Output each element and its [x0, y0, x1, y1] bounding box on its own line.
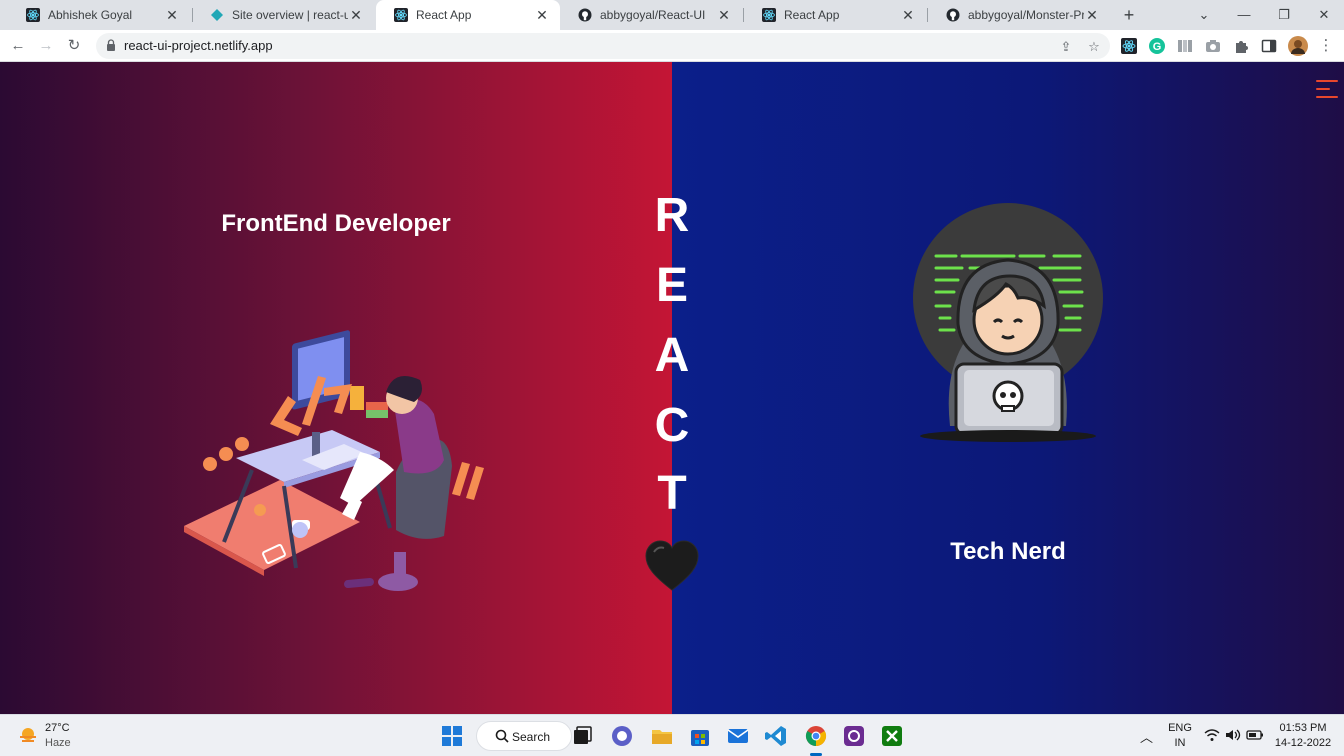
address-bar[interactable]: react-ui-project.netlify.app ⇪ ☆ — [96, 33, 1110, 59]
tab-title: abbygoyal/Monster-Project — [968, 8, 1084, 22]
share-icon[interactable]: ⇪ — [1058, 39, 1074, 55]
weather-temperature[interactable]: 27°C — [45, 722, 70, 734]
tab-title: React App — [416, 8, 472, 22]
forward-button[interactable]: → — [34, 34, 58, 58]
tab-title: Site overview | react-ui-proj — [232, 8, 348, 22]
haze-weather-icon[interactable] — [18, 726, 38, 746]
search-icon — [495, 729, 509, 743]
show-hidden-icons-chevron-icon[interactable]: ︿ — [1140, 727, 1153, 746]
svg-text:G: G — [1153, 41, 1162, 53]
microsoft-store-icon[interactable] — [688, 724, 712, 748]
clock-date[interactable]: 14-12-2022 — [1272, 737, 1334, 749]
close-window-button[interactable]: ✕ — [1304, 0, 1344, 30]
tech-nerd-illustration — [913, 203, 1103, 442]
close-icon[interactable]: ✕ — [1084, 7, 1100, 24]
volume-icon[interactable] — [1225, 728, 1241, 742]
tab-react-app-active[interactable]: React App ✕ — [376, 0, 560, 30]
teams-chat-icon[interactable] — [610, 724, 634, 748]
windows-start-icon[interactable] — [440, 724, 464, 748]
chrome-icon[interactable] — [804, 724, 828, 748]
tech-nerd-heading: Tech Nerd — [950, 538, 1066, 565]
profile-avatar[interactable] — [1288, 36, 1308, 56]
tab-title: abbygoyal/React-UI — [600, 8, 706, 22]
react-letter-r: R — [654, 189, 690, 242]
react-letter-c: C — [654, 399, 690, 452]
windows-taskbar: 27°C Haze Search ︿ ENG IN 01:53 PM 14-12… — [0, 714, 1344, 756]
side-panel-icon[interactable] — [1261, 38, 1277, 54]
tab-title: React App — [784, 8, 840, 22]
mail-icon[interactable] — [726, 724, 750, 748]
vscode-icon[interactable] — [764, 724, 788, 748]
more-menu-icon[interactable]: ⋮ — [1314, 34, 1338, 58]
back-button[interactable]: ← — [6, 34, 30, 58]
page-content: FrontEnd Developer R E A C T Tech Nerd — [0, 62, 1344, 714]
browser-tab-strip: Abhishek Goyal ✕ Site overview | react-u… — [0, 0, 1344, 30]
battery-icon[interactable] — [1246, 728, 1264, 742]
react-icon — [762, 8, 776, 22]
tab-react-app[interactable]: React App ✕ — [744, 0, 926, 30]
tab-github-react-ui[interactable]: abbygoyal/React-UI ✕ — [560, 0, 742, 30]
language-indicator-bottom[interactable]: IN — [1166, 737, 1194, 749]
clock-time[interactable]: 01:53 PM — [1272, 722, 1334, 734]
react-letter-a: A — [654, 329, 690, 382]
close-icon[interactable]: ✕ — [348, 7, 364, 24]
restore-button[interactable]: ❐ — [1264, 0, 1304, 30]
task-view-icon[interactable] — [570, 724, 594, 748]
browser-toolbar: ← → ↻ react-ui-project.netlify.app ⇪ ☆ G… — [0, 30, 1344, 62]
language-indicator-top[interactable]: ENG — [1166, 722, 1194, 734]
reload-button[interactable]: ↻ — [62, 34, 86, 58]
close-icon[interactable]: ✕ — [900, 7, 916, 24]
search-label: Search — [512, 730, 551, 744]
frontend-developer-illustration — [184, 330, 484, 591]
close-icon[interactable]: ✕ — [164, 7, 180, 24]
reader-extension-icon[interactable] — [1177, 38, 1193, 54]
camera-extension-icon[interactable] — [1205, 38, 1221, 54]
react-letter-e: E — [655, 259, 688, 312]
react-icon — [26, 8, 40, 22]
puzzle-extensions-icon[interactable] — [1233, 38, 1249, 54]
github-icon — [578, 8, 592, 22]
weather-condition[interactable]: Haze — [45, 737, 71, 749]
wifi-icon[interactable] — [1204, 728, 1220, 742]
react-devtools-extension-icon[interactable] — [1121, 38, 1137, 54]
file-explorer-icon[interactable] — [650, 724, 674, 748]
url-text: react-ui-project.netlify.app — [124, 38, 273, 53]
tab-abhishek-goyal[interactable]: Abhishek Goyal ✕ — [8, 0, 190, 30]
taskbar-search-button[interactable]: Search — [476, 721, 572, 751]
tab-search-chevron-icon[interactable]: ⌄ — [1184, 0, 1224, 30]
tab-title: Abhishek Goyal — [48, 8, 133, 22]
react-icon — [394, 8, 408, 22]
close-icon[interactable]: ✕ — [534, 7, 550, 24]
grammarly-extension-icon[interactable]: G — [1149, 38, 1165, 54]
minimize-button[interactable]: — — [1224, 0, 1264, 30]
xbox-icon[interactable] — [880, 724, 904, 748]
hamburger-menu-icon[interactable] — [1316, 80, 1340, 102]
netlify-icon — [210, 8, 224, 22]
react-letter-t: T — [657, 467, 687, 520]
github-icon — [946, 8, 960, 22]
app-icon-purple[interactable] — [842, 724, 866, 748]
tab-site-overview[interactable]: Site overview | react-ui-proj ✕ — [192, 0, 374, 30]
frontend-developer-heading: FrontEnd Developer — [221, 210, 451, 237]
close-icon[interactable]: ✕ — [716, 7, 732, 24]
lock-icon — [107, 39, 115, 51]
new-tab-button[interactable]: + — [1118, 4, 1140, 26]
tab-github-monster-project[interactable]: abbygoyal/Monster-Project ✕ — [928, 0, 1110, 30]
bookmark-star-icon[interactable]: ☆ — [1086, 39, 1102, 55]
